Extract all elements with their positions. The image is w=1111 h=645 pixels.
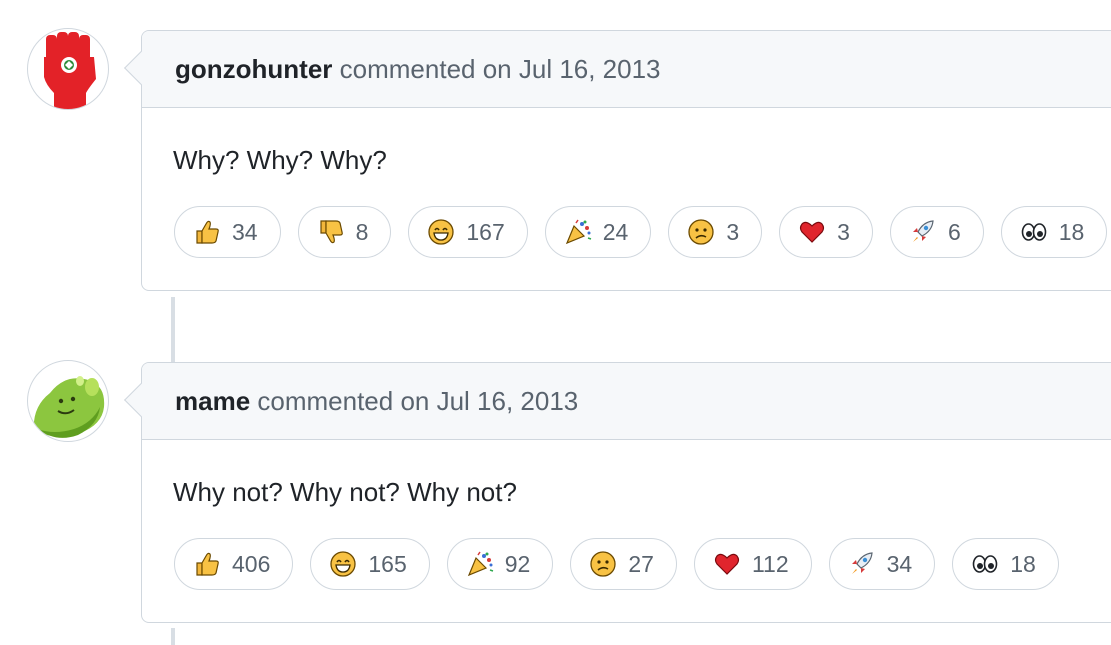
reactions-bar: 34 8 167 24 3 3 6 18 (142, 176, 1111, 290)
reaction-button-hooray[interactable]: 24 (544, 206, 652, 258)
comment-arrow (124, 383, 158, 417)
reaction-count: 3 (726, 218, 740, 245)
comment-header: gonzohunter commented on Jul 16, 2013 (124, 31, 1111, 108)
laugh-icon (427, 218, 455, 246)
comment-card: mame commented on Jul 16, 2013 Why not? … (124, 362, 1111, 623)
reaction-count: 167 (466, 218, 505, 245)
reaction-button-eyes[interactable]: 18 (1000, 206, 1108, 258)
comment-arrow (124, 51, 158, 85)
heart-icon (798, 218, 826, 246)
comment-timestamp[interactable]: commented on Jul 16, 2013 (250, 386, 578, 416)
comment-body: Why? Why? Why? (173, 145, 387, 175)
reaction-count: 18 (1010, 550, 1036, 577)
reaction-button-thumbs-up[interactable]: 34 (174, 206, 281, 258)
reaction-button-confused[interactable]: 3 (668, 206, 763, 258)
reaction-count: 34 (232, 218, 258, 245)
reaction-count: 165 (368, 550, 407, 577)
reaction-count: 406 (232, 550, 271, 577)
hooray-icon (564, 218, 592, 246)
timeline-line (171, 297, 175, 363)
reaction-button-hooray[interactable]: 92 (446, 538, 554, 590)
reaction-button-heart[interactable]: 112 (693, 538, 812, 590)
eyes-icon (1020, 218, 1048, 246)
author-link[interactable]: mame (175, 386, 250, 416)
eyes-icon (971, 550, 999, 578)
reaction-count: 92 (504, 550, 531, 577)
comment-header-text: mame commented on Jul 16, 2013 (175, 386, 578, 416)
reaction-button-laugh[interactable]: 167 (408, 206, 528, 258)
reaction-button-thumbs-down[interactable]: 8 (297, 206, 392, 258)
reaction-button-confused[interactable]: 27 (570, 538, 677, 590)
hooray-icon (466, 550, 494, 578)
comment-timestamp[interactable]: commented on Jul 16, 2013 (332, 54, 661, 84)
avatar-gonzohunter[interactable] (27, 28, 109, 110)
rocket-icon (909, 218, 937, 246)
reaction-count: 24 (602, 218, 629, 245)
thumbs-down-icon (317, 218, 345, 246)
comment-header: mame commented on Jul 16, 2013 (124, 363, 1111, 440)
reaction-button-thumbs-up[interactable]: 406 (174, 538, 294, 590)
timeline-line (171, 628, 175, 645)
reaction-count: 18 (1058, 218, 1085, 245)
reaction-count: 34 (886, 550, 913, 577)
reaction-count: 27 (628, 550, 654, 577)
comment-header-text: gonzohunter commented on Jul 16, 2013 (175, 54, 661, 84)
reaction-count: 3 (837, 218, 850, 245)
thumbs-up-icon (193, 218, 221, 246)
reactions-bar: 406 165 92 27 112 34 18 (142, 508, 1111, 622)
avatar-mame[interactable] (27, 360, 109, 442)
comment-body: Why not? Why not? Why not? (173, 477, 517, 507)
confused-icon (589, 550, 617, 578)
author-link[interactable]: gonzohunter (175, 54, 332, 84)
rocket-icon (848, 550, 876, 578)
reaction-button-rocket[interactable]: 6 (889, 206, 984, 258)
reaction-count: 112 (751, 550, 789, 577)
green-blob-icon (33, 376, 105, 438)
reaction-button-eyes[interactable]: 18 (952, 538, 1059, 590)
heart-icon (713, 550, 741, 578)
reaction-count: 6 (947, 218, 961, 245)
reaction-button-laugh[interactable]: 165 (310, 538, 430, 590)
reaction-count: 8 (355, 218, 369, 245)
thumbs-up-icon (193, 550, 221, 578)
confused-icon (687, 218, 715, 246)
comment-card: gonzohunter commented on Jul 16, 2013 Wh… (124, 30, 1111, 291)
laugh-icon (329, 550, 357, 578)
reaction-button-rocket[interactable]: 34 (828, 538, 936, 590)
reaction-button-heart[interactable]: 3 (779, 206, 873, 258)
raised-fist-icon (44, 32, 96, 109)
